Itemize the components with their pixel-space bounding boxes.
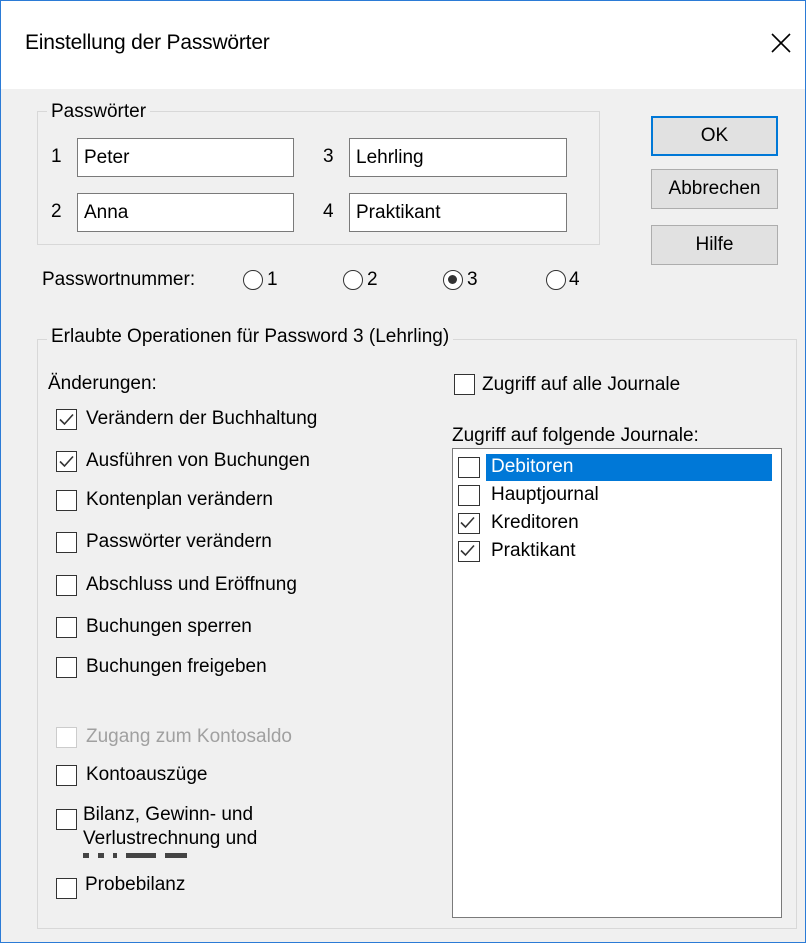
cancel-button[interactable]: Abbrechen (651, 169, 778, 209)
radio-selected-dot (448, 275, 457, 284)
radio-password-3[interactable] (443, 270, 463, 290)
dialog-title: Einstellung der Passwörter (25, 31, 270, 54)
checkmark-icon (460, 516, 475, 529)
checkbox-account-statements[interactable] (56, 765, 77, 786)
password-3-field[interactable] (349, 138, 567, 177)
radio-password-4[interactable] (546, 270, 566, 290)
close-icon (771, 33, 791, 53)
journal-item-label: Hauptjournal (491, 484, 599, 505)
radio-password-1-label: 1 (267, 269, 278, 290)
close-button[interactable] (763, 25, 799, 61)
password-1-field[interactable] (77, 138, 294, 177)
checkbox-change-chart-of-accounts-label: Kontenplan verändern (86, 489, 273, 510)
checkbox-balance-sheet-label-clipped (83, 852, 203, 858)
journal-item-checkbox[interactable] (458, 513, 480, 534)
password-number-2: 2 (51, 201, 62, 222)
checkbox-lock-bookings[interactable] (56, 617, 77, 638)
journal-item-checkbox[interactable] (458, 457, 480, 478)
checkbox-change-bookkeeping-label: Verändern der Buchhaltung (86, 408, 318, 429)
checkbox-balance-sheet-label-line2: Verlustrechnung und (83, 828, 258, 849)
passwords-group-label: Passwörter (47, 101, 151, 123)
checkbox-account-balance-access (56, 727, 77, 748)
checkbox-execute-bookings-label: Ausführen von Buchungen (86, 450, 310, 471)
journal-item-debitoren[interactable]: Debitoren (453, 454, 779, 481)
password-settings-dialog: Einstellung der Passwörter Passwörter 1 … (0, 0, 806, 943)
checkbox-change-passwords-label: Passwörter verändern (86, 531, 272, 552)
journal-item-checkbox[interactable] (458, 541, 480, 562)
checkbox-closing-opening[interactable] (56, 575, 77, 596)
checkmark-icon (59, 455, 74, 468)
journal-item-label: Debitoren (491, 456, 574, 477)
operations-group-label: Erlaubte Operationen für Password 3 (Leh… (47, 326, 454, 348)
journal-item-praktikant[interactable]: Praktikant (453, 538, 779, 565)
checkbox-account-balance-access-label: Zugang zum Kontosaldo (86, 726, 292, 747)
journal-item-kreditoren[interactable]: Kreditoren (453, 510, 779, 537)
checkbox-release-bookings-label: Buchungen freigeben (86, 656, 267, 677)
title-bar: Einstellung der Passwörter (1, 1, 805, 89)
checkmark-icon (59, 413, 74, 426)
radio-password-1[interactable] (243, 270, 263, 290)
radio-password-3-label: 3 (467, 269, 478, 290)
checkbox-balance-sheet-label-line1: Bilanz, Gewinn- und (83, 804, 254, 825)
ok-button[interactable]: OK (651, 116, 778, 156)
journals-label: Zugriff auf folgende Journale: (452, 425, 699, 446)
checkmark-icon (460, 544, 475, 557)
journal-item-label: Kreditoren (491, 512, 579, 533)
checkbox-execute-bookings[interactable] (56, 451, 77, 472)
checkbox-change-chart-of-accounts[interactable] (56, 490, 77, 511)
journals-listbox[interactable]: Debitoren Hauptjournal Kreditoren Prakti… (452, 448, 782, 918)
password-number-3: 3 (323, 146, 334, 167)
checkbox-lock-bookings-label: Buchungen sperren (86, 616, 252, 637)
changes-label: Änderungen: (48, 373, 157, 394)
password-4-field[interactable] (349, 193, 567, 232)
checkbox-change-bookkeeping[interactable] (56, 409, 77, 430)
checkbox-trial-balance[interactable] (56, 878, 77, 899)
checkbox-trial-balance-label: Probebilanz (85, 874, 186, 895)
journal-item-checkbox[interactable] (458, 485, 480, 506)
password-number-1: 1 (51, 146, 62, 167)
checkbox-closing-opening-label: Abschluss und Eröffnung (86, 574, 297, 595)
radio-password-2[interactable] (343, 270, 363, 290)
journal-item-label: Praktikant (491, 540, 576, 561)
checkbox-release-bookings[interactable] (56, 657, 77, 678)
checkbox-all-journals[interactable] (454, 374, 475, 395)
journal-item-hauptjournal[interactable]: Hauptjournal (453, 482, 779, 509)
radio-password-4-label: 4 (569, 269, 580, 290)
checkbox-balance-sheet[interactable] (56, 809, 77, 830)
checkbox-all-journals-label: Zugriff auf alle Journale (482, 374, 681, 395)
password-number-4: 4 (323, 201, 334, 222)
checkbox-change-passwords[interactable] (56, 532, 77, 553)
checkbox-account-statements-label: Kontoauszüge (86, 764, 208, 785)
password-number-label: Passwortnummer: (42, 269, 196, 290)
password-2-field[interactable] (77, 193, 294, 232)
help-button[interactable]: Hilfe (651, 225, 778, 265)
radio-password-2-label: 2 (367, 269, 378, 290)
